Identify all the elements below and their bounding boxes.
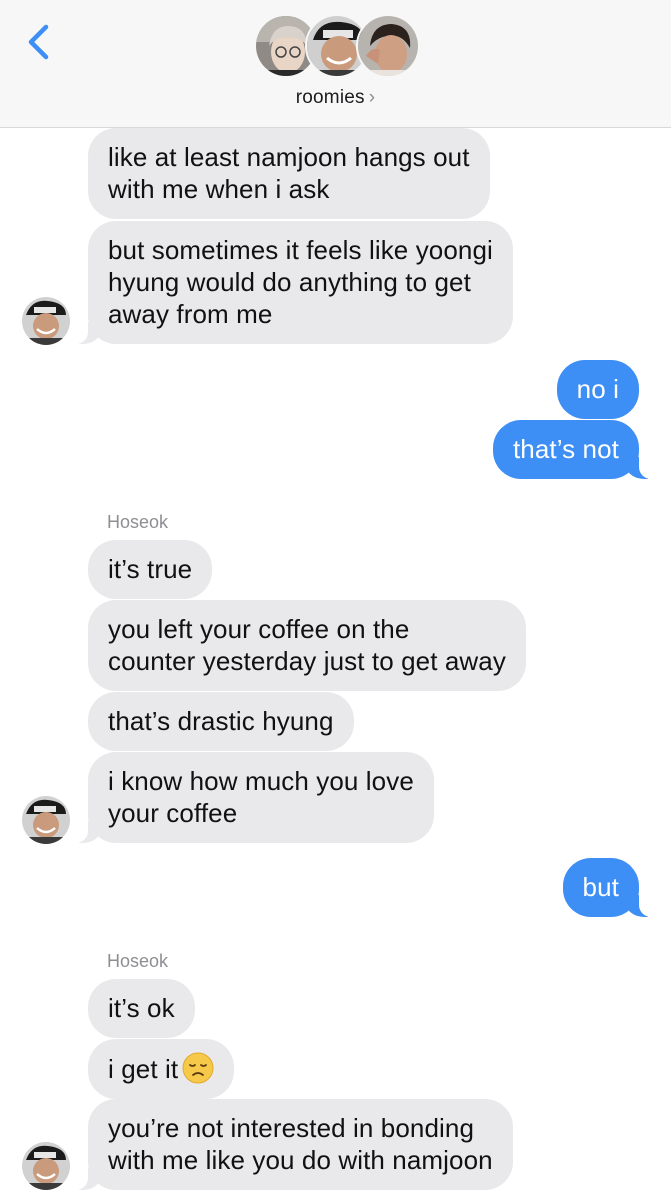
participant-avatar	[356, 14, 420, 78]
message-text: i get it	[108, 1054, 179, 1084]
message-bubble-incoming[interactable]: i know how much you love your coffee	[74, 752, 434, 843]
sender-avatar[interactable]	[22, 297, 70, 345]
back-chevron-icon[interactable]	[22, 22, 56, 62]
conversation-header: roomies ›	[0, 0, 671, 128]
message-bubble-incoming[interactable]: you left your coffee on the counter yest…	[88, 600, 526, 691]
sender-name: Hoseok	[107, 512, 169, 532]
sender-avatar[interactable]	[22, 1142, 70, 1190]
group-name-label: roomies	[295, 87, 365, 108]
message-bubble-outgoing[interactable]: no i	[556, 360, 639, 419]
sender-avatar[interactable]	[22, 796, 70, 844]
message-bubble-incoming[interactable]: but sometimes it feels like yoongi hyung…	[74, 221, 513, 344]
message-bubble-incoming[interactable]: it’s true	[88, 540, 213, 599]
chevron-right-icon: ›	[368, 87, 376, 108]
message-bubble-incoming[interactable]: it’s ok	[88, 979, 195, 1038]
sender-name: Hoseok	[107, 951, 169, 971]
message-bubble-incoming[interactable]: like at least namjoon hangs out with me …	[88, 128, 490, 219]
group-name[interactable]: roomies ›	[0, 87, 671, 109]
group-avatars[interactable]	[254, 14, 420, 82]
message-bubble-outgoing[interactable]: but	[562, 858, 654, 917]
message-bubble-incoming[interactable]: you’re not interested in bonding with me…	[74, 1099, 513, 1190]
message-bubble-incoming[interactable]: i get it	[88, 1039, 235, 1099]
message-bubble-outgoing[interactable]: that’s not	[492, 420, 654, 479]
disappointed-face-icon	[182, 1052, 214, 1084]
message-bubble-incoming[interactable]: that’s drastic hyung	[88, 692, 354, 751]
